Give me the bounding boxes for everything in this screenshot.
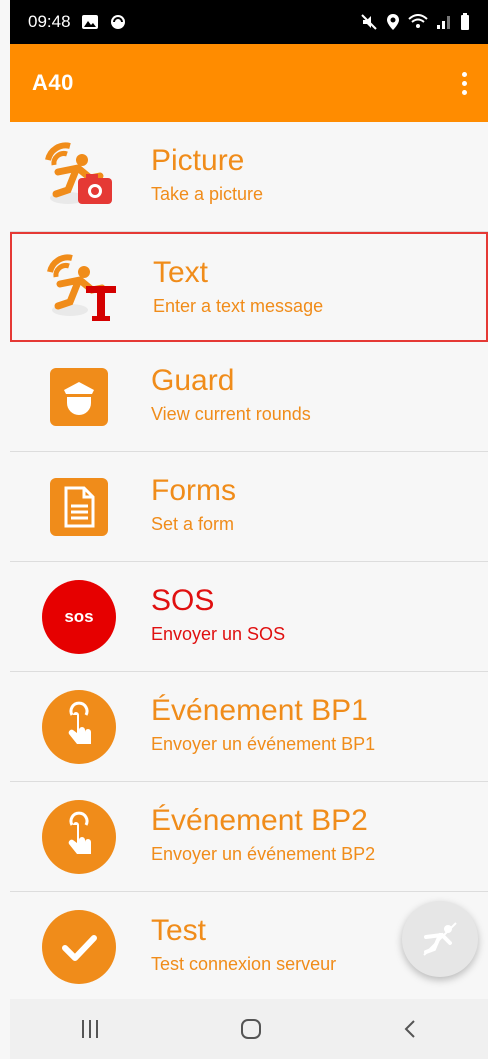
item-title: Test [151,914,207,947]
list-item-event-bp2[interactable]: Événement BP2 Envoyer un événement BP2 [10,782,488,892]
status-right [360,13,470,31]
fall-man-icon [423,922,457,956]
overflow-menu-icon[interactable] [454,63,474,103]
home-icon[interactable] [239,1017,263,1041]
status-left: 09:48 [28,12,127,32]
list-item-guard[interactable]: Guard View current rounds [10,342,488,452]
item-subtitle: Take a picture [151,184,264,204]
touch-button-icon [40,798,118,876]
list-item-text[interactable]: Text Enter a text message [10,232,488,342]
app-bar: A40 [10,44,488,122]
item-subtitle: Test connexion serveur [151,954,337,974]
item-subtitle: View current rounds [151,404,311,424]
item-subtitle: Enter a text message [153,296,324,316]
item-title: Text [153,256,209,289]
status-time: 09:48 [28,12,71,31]
status-bar: 09:48 [10,0,488,44]
fall-detection-fab[interactable] [402,901,478,977]
sync-notification-icon [110,15,125,29]
system-nav-bar [10,999,488,1059]
back-icon[interactable] [400,1017,420,1041]
list-item-picture[interactable]: Picture Take a picture [10,122,488,232]
signal-icon [437,16,450,29]
list-item-sos[interactable]: sos SOS Envoyer un SOS [10,562,488,672]
item-subtitle: Envoyer un événement BP2 [151,844,376,864]
text-message-icon [42,250,120,328]
sos-icon: sos [40,578,118,656]
action-list: Picture Take a picture Text Enter a text… [10,122,488,1002]
item-title: Picture [151,144,245,177]
recent-apps-icon[interactable] [78,1018,102,1040]
item-title: Guard [151,364,235,397]
item-subtitle: Envoyer un événement BP1 [151,734,376,754]
list-item-forms[interactable]: Forms Set a form [10,452,488,562]
list-item-event-bp1[interactable]: Événement BP1 Envoyer un événement BP1 [10,672,488,782]
gallery-notification-icon [81,15,98,29]
guard-icon [40,358,118,436]
app-title: A40 [32,70,74,95]
check-icon [40,908,118,986]
sos-badge: sos [42,580,116,654]
touch-button-icon [40,688,118,766]
picture-icon [40,138,118,216]
location-icon [387,14,399,30]
item-title: Événement BP1 [151,694,368,727]
item-subtitle: Envoyer un SOS [151,624,286,644]
battery-icon [461,13,469,30]
item-title: Événement BP2 [151,804,368,837]
item-subtitle: Set a form [151,514,235,534]
mute-icon [361,14,377,30]
item-title: SOS [151,584,215,617]
wifi-icon [408,14,428,28]
item-title: Forms [151,474,236,507]
forms-icon [40,468,118,546]
